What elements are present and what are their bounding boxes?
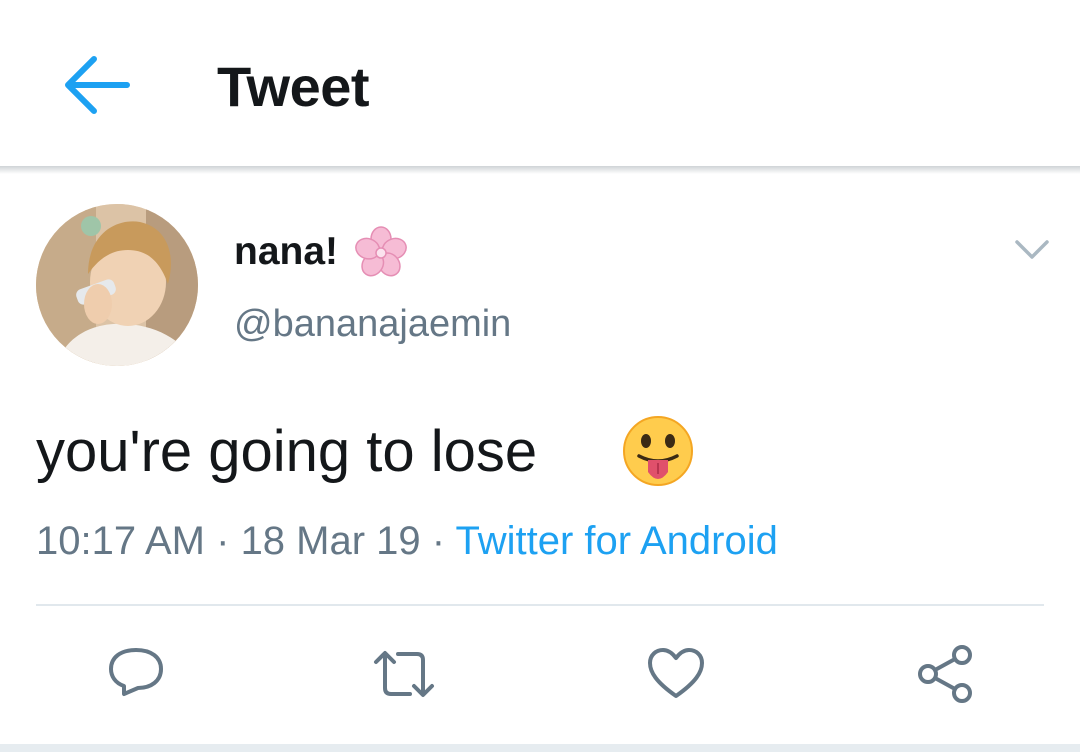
tweet-source-link[interactable]: Twitter for Android <box>456 519 778 563</box>
meta-separator: · <box>205 519 241 563</box>
tweet-text: you're going to lose <box>36 419 538 484</box>
display-name[interactable]: nana! <box>234 228 338 276</box>
tweet-date: 18 Mar 19 <box>240 519 421 563</box>
tweet-options-button[interactable] <box>1010 232 1054 268</box>
chevron-down-icon <box>1015 240 1049 259</box>
header-divider <box>0 166 1080 174</box>
tweet-time: 10:17 AM <box>36 519 206 563</box>
like-button[interactable] <box>644 642 708 706</box>
heart-icon <box>648 648 704 698</box>
arrow-left-icon <box>65 56 130 114</box>
avatar[interactable] <box>36 204 198 366</box>
reply-icon <box>109 648 163 696</box>
top-app-bar: Tweet <box>0 0 1080 168</box>
retweet-button[interactable] <box>372 642 436 706</box>
back-button[interactable] <box>58 50 134 120</box>
share-icon <box>918 645 972 703</box>
reply-button[interactable] <box>104 642 168 706</box>
retweet-icon <box>374 651 434 697</box>
user-handle[interactable]: @bananajaemin <box>234 300 511 348</box>
share-button[interactable] <box>913 642 977 706</box>
face-with-tongue-icon <box>623 416 693 486</box>
tweet-metadata: 10:17 AM · 18 Mar 19 · Twitter for Andro… <box>36 516 778 566</box>
avatar-photo <box>36 204 198 366</box>
divider <box>36 604 1044 606</box>
cherry-blossom-icon <box>355 226 407 277</box>
meta-separator: · <box>420 519 456 563</box>
page-title: Tweet <box>217 55 370 118</box>
bottom-separator <box>0 744 1080 752</box>
